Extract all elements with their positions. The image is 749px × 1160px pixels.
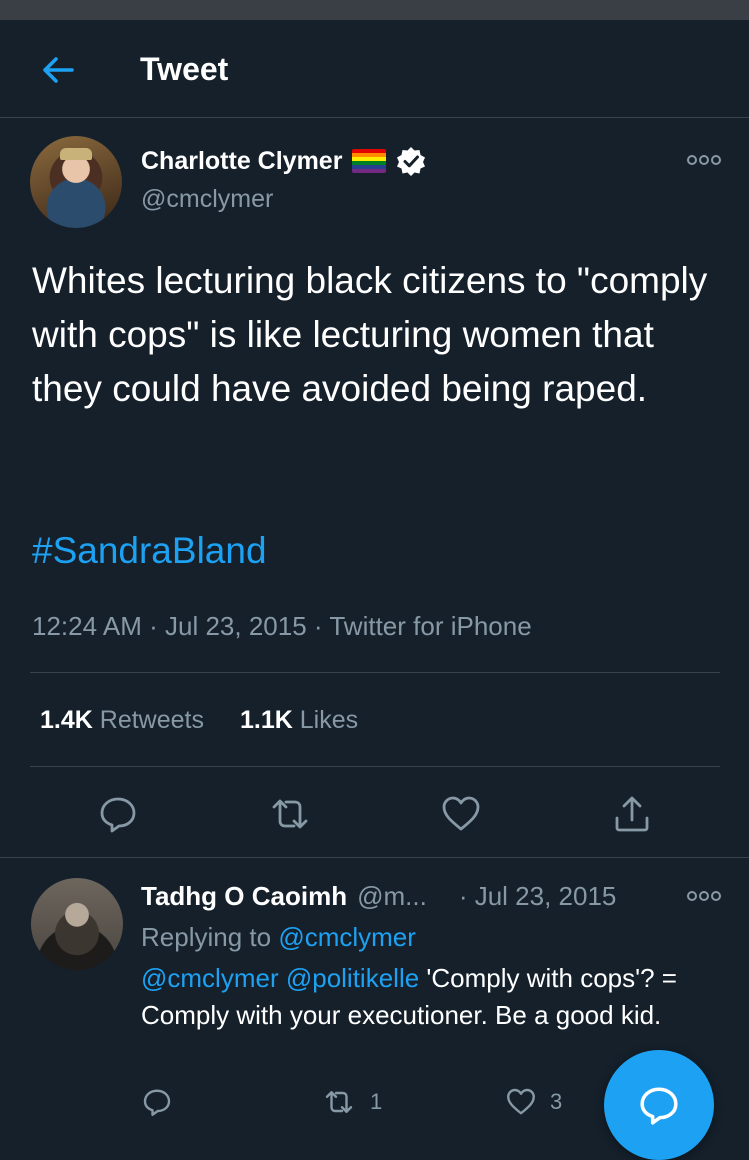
tweet-date: Jul 23, 2015 (165, 611, 307, 641)
page-title: Tweet (140, 51, 229, 87)
likes-label: Likes (299, 706, 359, 734)
meta-separator: · (313, 611, 323, 641)
reply-like-count: 3 (550, 1089, 563, 1114)
reply-author-handle[interactable]: @m... (357, 879, 427, 913)
top-header: Tweet (0, 20, 749, 118)
reply-text: @cmclymer @politikelle 'Comply with cops… (141, 960, 731, 1034)
tweet-time: 12:24 AM (32, 611, 142, 641)
replying-to-mention[interactable]: @cmclymer (278, 922, 416, 952)
divider (0, 857, 749, 858)
reply-icon[interactable] (98, 794, 138, 834)
replying-prefix: Replying to (141, 922, 272, 952)
back-arrow-icon[interactable] (38, 50, 78, 90)
likes-count: 1.1K (239, 706, 293, 734)
reply-more-options-icon[interactable] (686, 886, 722, 906)
meta-separator: · (149, 611, 158, 641)
reply-date: · Jul 23, 2015 (458, 881, 617, 911)
retweets-count: 1.4K (40, 706, 93, 734)
reply-author-avatar[interactable] (31, 878, 123, 970)
hashtag-link[interactable]: #SandraBland (32, 524, 267, 578)
author-avatar[interactable] (30, 136, 122, 228)
reply-retweet-count: 1 (370, 1089, 383, 1114)
reply-like-action[interactable]: 3 (506, 1087, 562, 1117)
reply-icon (143, 1089, 171, 1116)
like-heart-icon[interactable] (441, 794, 481, 834)
author-name-row[interactable]: Charlotte Clymer (141, 145, 426, 177)
divider (30, 672, 720, 673)
retweet-icon[interactable] (270, 794, 310, 834)
retweets-stat[interactable]: 1.4K Retweets (40, 703, 204, 737)
reply-author-name[interactable]: Tadhg O Caoimh (141, 879, 347, 913)
verified-badge-icon (397, 147, 426, 176)
like-heart-icon (507, 1088, 535, 1115)
reply-mention-cmclymer[interactable]: @cmclymer (141, 963, 279, 993)
replying-to-line: Replying to @cmclymer (141, 920, 416, 954)
divider (30, 766, 720, 767)
rainbow-flag-icon (352, 149, 387, 173)
likes-stat[interactable]: 1.1K Likes (240, 703, 358, 737)
status-bar (0, 0, 749, 20)
retweet-icon (325, 1091, 353, 1113)
tweet-client[interactable]: Twitter for iPhone (329, 611, 531, 641)
author-name[interactable]: Charlotte Clymer (141, 145, 342, 177)
reply-retweet-action[interactable]: 1 (322, 1087, 382, 1117)
author-handle[interactable]: @cmclymer (141, 183, 273, 215)
reply-mention-politikelle[interactable]: @politikelle (286, 963, 419, 993)
reply-reply-action[interactable] (142, 1087, 172, 1117)
compose-reply-button[interactable] (604, 1050, 714, 1160)
tweet-text: Whites lecturing black citizens to "comp… (32, 260, 708, 409)
tweet-meta: 12:24 AM · Jul 23, 2015 · Twitter for iP… (32, 608, 532, 644)
retweets-label: Retweets (99, 706, 204, 734)
tweet-stats: 1.4K Retweets 1.1K Likes (40, 703, 358, 737)
compose-reply-icon (640, 1087, 678, 1125)
reply-header: Tadhg O Caoimh @m... · Jul 23, 2015 (141, 879, 616, 913)
more-options-icon[interactable] (686, 150, 722, 170)
share-icon[interactable] (612, 794, 652, 834)
